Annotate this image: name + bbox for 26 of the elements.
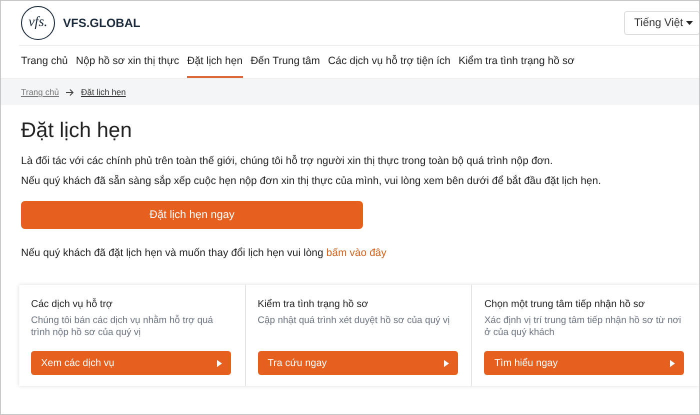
page-title: Đặt lịch hẹn [21, 119, 133, 143]
card-description: Xác định vị trí trung tâm tiếp nhận hồ sơ từ nơi ở của quý khách [484, 315, 682, 340]
logo-mark: vfs. [21, 6, 55, 40]
caret-icon [686, 21, 693, 25]
card-description: Chúng tôi bán các dịch vụ nhằm hỗ trợ quá trình nộp hồ sơ của quý vị [31, 315, 214, 340]
brand-name: VFS.GLOBAL [63, 16, 140, 30]
play-icon [670, 360, 676, 366]
breadcrumb-link[interactable]: Trang chủ [21, 87, 59, 97]
change-appointment-text: Nếu quý khách đã đặt lịch hẹn và muốn thay đổi lịch hẹn vui lòng bấm vào đây [21, 247, 388, 259]
nav-tab[interactable]: Nộp hồ sơ xin thị thực [76, 46, 180, 78]
nav-tab[interactable]: Kiểm tra tình trạng hồ sơ [458, 46, 574, 78]
card-title: Kiểm tra tình trạng hồ sơ [258, 299, 370, 310]
nav-tab[interactable]: Đến Trung tâm [250, 46, 320, 78]
card-title: Các dịch vụ hỗ trợ [31, 299, 114, 310]
click-here-link[interactable]: bấm vào đây [326, 247, 386, 259]
nav-tab[interactable]: Trang chủ [21, 46, 68, 78]
breadcrumb-link[interactable]: Đặt lịch hẹn [80, 87, 126, 97]
arrow-icon [66, 88, 74, 96]
card-title: Chọn một trung tâm tiếp nhận hồ sơ [484, 299, 646, 310]
play-icon [217, 360, 222, 366]
intro-text: Nếu quý khách đã sẵn sàng sắp xếp cuộc hẹn nộp đơn xin thị thực của mình, vui lòng xem bên dưới để bắt đầu đặt lịch hẹn. [21, 175, 602, 187]
language-dropdown[interactable]: Tiếng Việt [624, 11, 699, 35]
card-description: Cập nhật quá trình xét duyệt hồ sơ của quý vị [258, 315, 451, 328]
nav-tab[interactable]: Các dịch vụ hỗ trợ tiện ích [328, 46, 450, 78]
play-icon [444, 360, 449, 366]
intro-text: Là đối tác với các chính phủ trên toàn thế giới, chúng tôi hỗ trợ người xin thị thực trong toàn bộ quá trình nộp đơn. [21, 155, 554, 167]
